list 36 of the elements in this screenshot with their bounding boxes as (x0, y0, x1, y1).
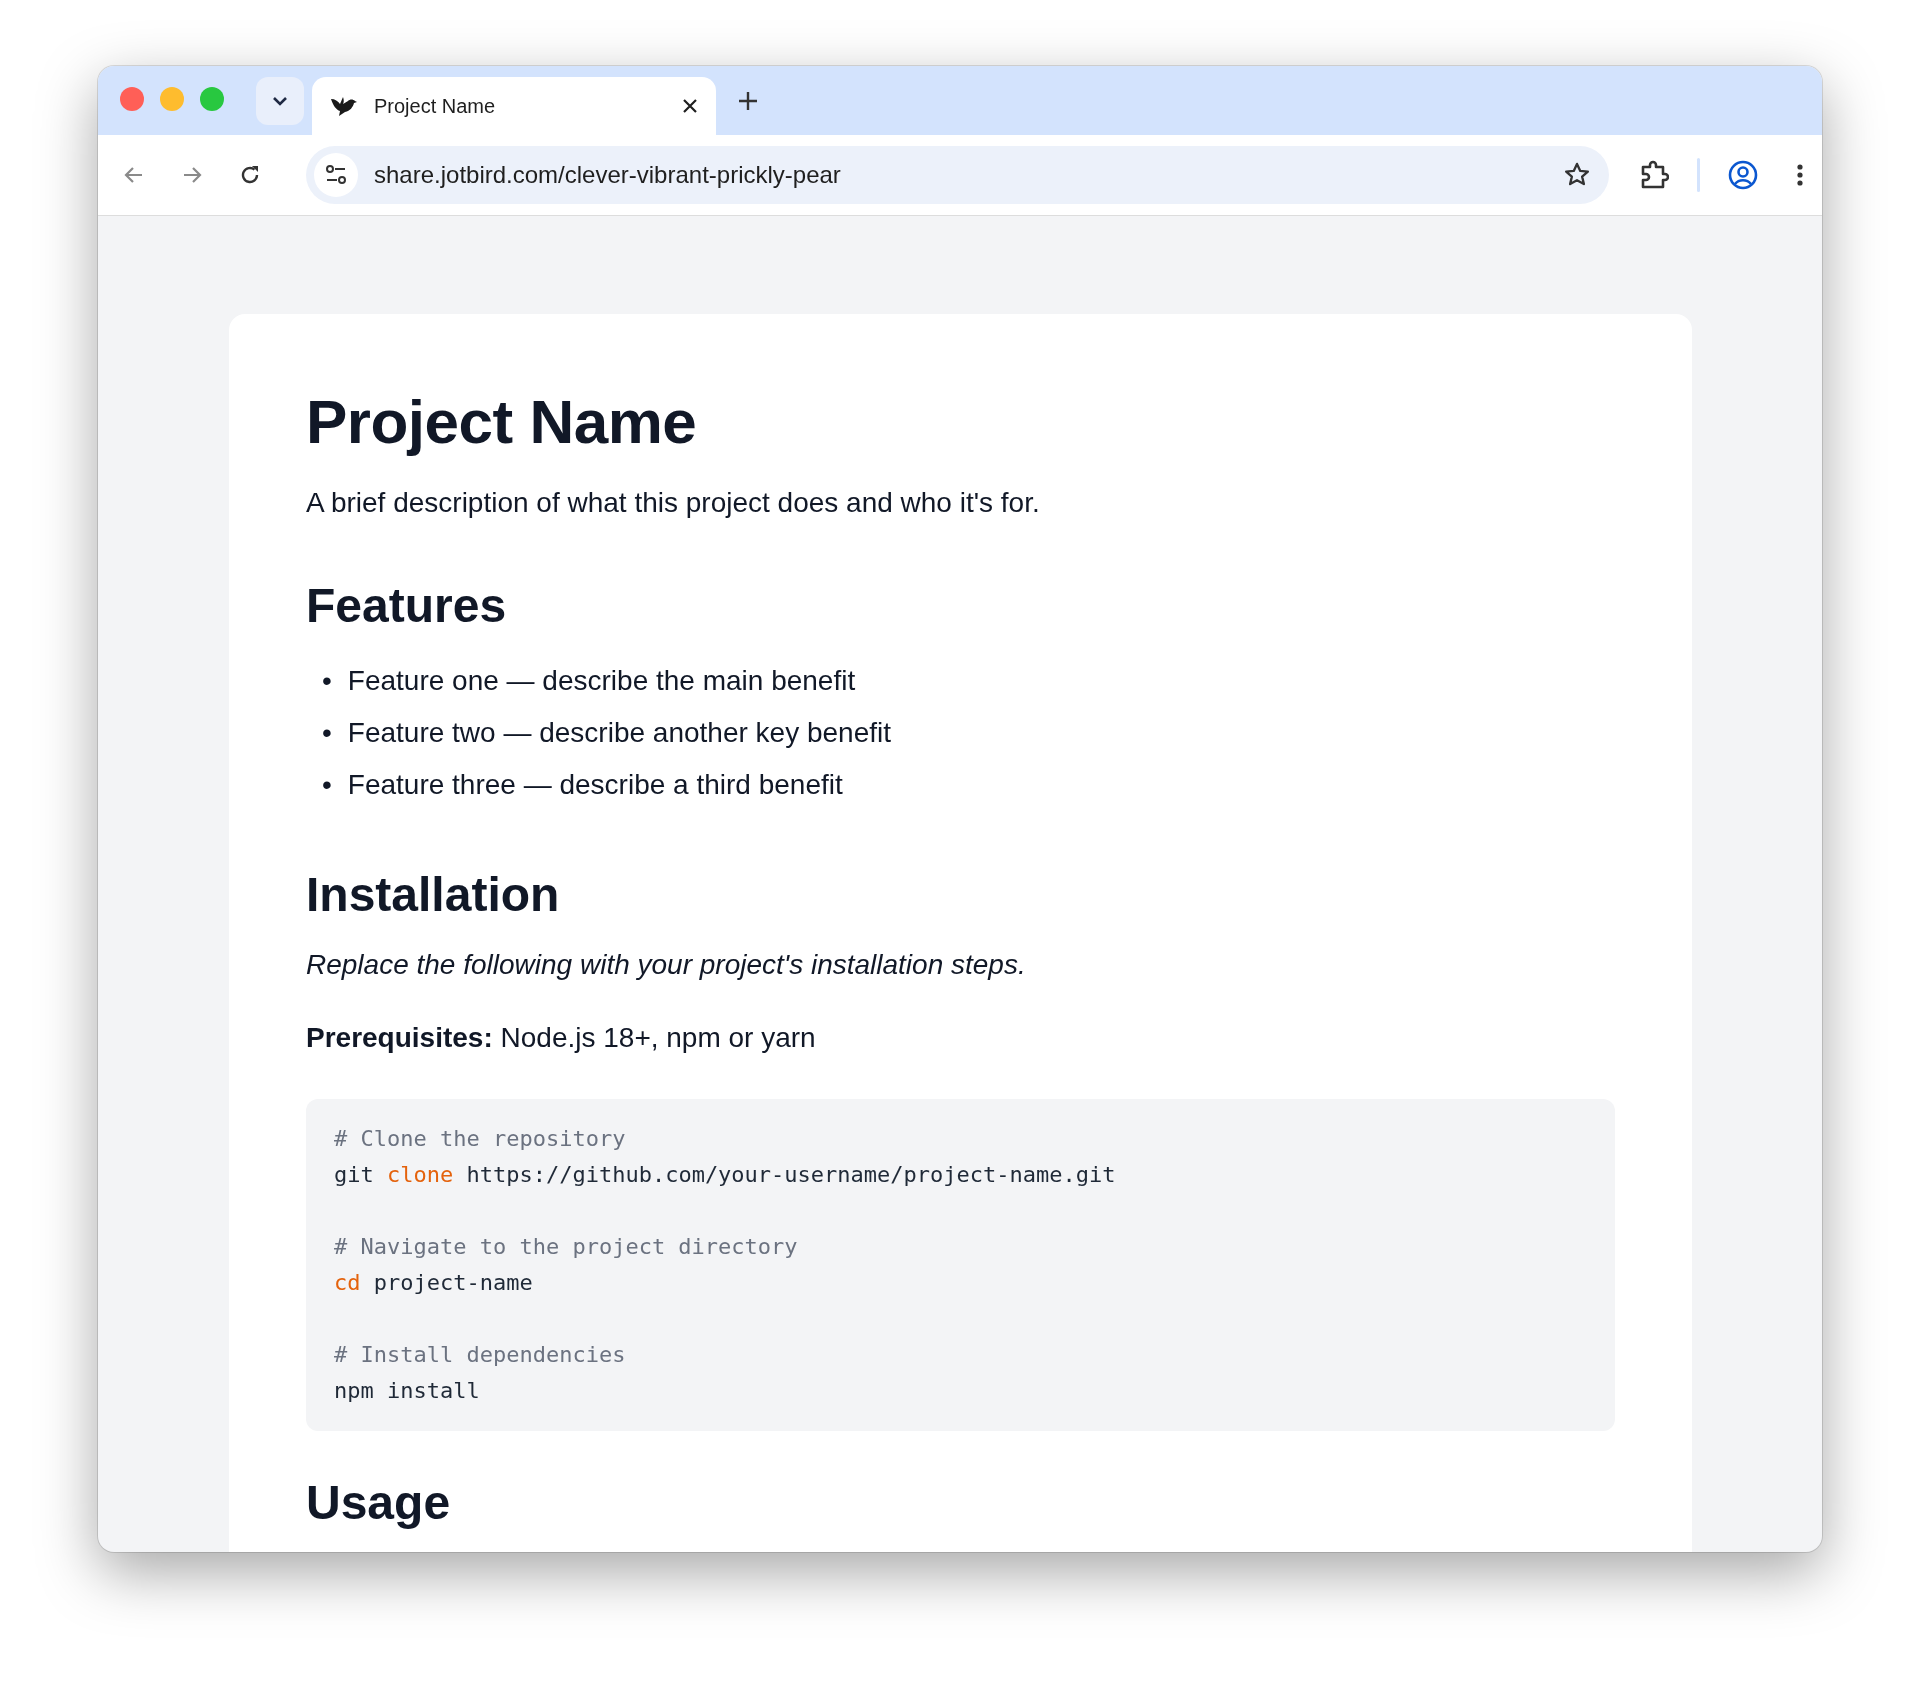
chevron-down-icon (271, 94, 289, 107)
tab-title: Project Name (374, 94, 497, 118)
paragraph: A brief description of what this project does and who it's for. (306, 486, 1041, 520)
profile-button[interactable] (1728, 160, 1758, 190)
address-bar[interactable]: share.jotbird.com/clever-vibrant-prickly-pear (306, 146, 1609, 204)
browser-tab[interactable]: Project Name (312, 77, 716, 135)
puzzle-icon (1639, 160, 1669, 190)
code-line: git clone https://github.com/your-username/project-name.git (334, 1161, 1116, 1187)
list-item: Feature two — describe another key benefit (347, 716, 891, 751)
code-comment: # Clone the repository (334, 1125, 626, 1151)
new-tab-button[interactable] (738, 90, 758, 111)
section-heading: Installation (306, 867, 561, 923)
section-heading: Usage (306, 1474, 452, 1531)
bullet: • (322, 768, 332, 803)
code-line: cd project-name (334, 1269, 533, 1295)
page-title: Project Name (306, 386, 698, 457)
bullet: • (322, 664, 332, 699)
list-item: Feature three — describe a third benefit (347, 768, 843, 803)
list-item: Feature one — describe the main benefit (347, 664, 856, 699)
italic-note: Replace the following with your project's installation steps. (306, 947, 1027, 982)
url-text: share.jotbird.com/clever-vibrant-prickly-pear (374, 161, 842, 189)
sliders-icon (324, 164, 348, 186)
kebab-menu-icon (1796, 163, 1804, 187)
plus-icon (738, 90, 758, 111)
close-tab-button[interactable] (682, 98, 698, 114)
menu-button[interactable] (1796, 163, 1804, 187)
code-comment: # Navigate to the project directory (334, 1233, 798, 1259)
person-icon (1728, 160, 1758, 190)
extensions-button[interactable] (1639, 160, 1669, 190)
site-settings-button[interactable] (314, 153, 358, 197)
close-icon (682, 98, 698, 114)
code-comment: # Install dependencies (334, 1341, 626, 1367)
paragraph: Prerequisites: Node.js 18+, npm or yarn (306, 1020, 817, 1055)
code-line: npm install (334, 1377, 480, 1403)
bullet: • (322, 716, 332, 751)
section-heading: Features (306, 578, 508, 634)
